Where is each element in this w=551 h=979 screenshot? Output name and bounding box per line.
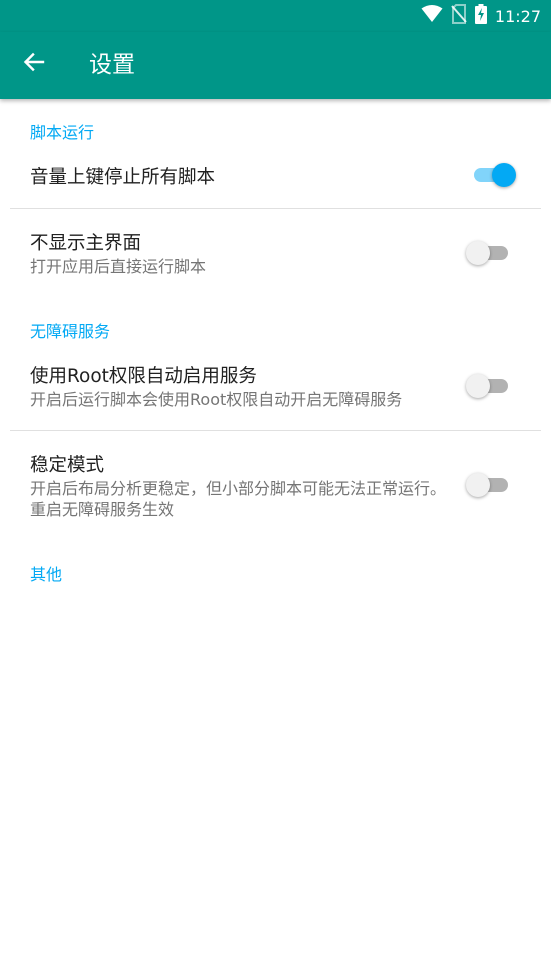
section-header-accessibility: 无障碍服务 — [30, 322, 111, 341]
battery-charging-icon — [474, 4, 487, 28]
pref-title: 使用Root权限自动启用服务 — [30, 366, 257, 387]
section-header-script-run: 脚本运行 — [30, 123, 95, 142]
pref-summary: 打开应用后直接运行脚本 — [30, 257, 207, 276]
hide-main-ui-switch[interactable] — [466, 240, 512, 266]
pref-volume-up-stop-scripts[interactable]: 音量上键停止所有脚本 — [0, 144, 551, 208]
pref-summary: 开启后布局分析更稳定，但小部分脚本可能无法正常运行。重启无障碍服务生效 — [30, 479, 447, 519]
no-sim-icon — [451, 4, 467, 28]
switch-thumb — [466, 473, 490, 497]
pref-title: 音量上键停止所有脚本 — [30, 167, 216, 188]
stable-mode-switch[interactable] — [466, 472, 512, 498]
arrow-back-icon — [23, 51, 45, 77]
pref-hide-main-ui[interactable]: 不显示主界面 打开应用后直接运行脚本 — [0, 209, 551, 293]
volume-up-stop-switch[interactable] — [470, 162, 516, 188]
pref-title: 稳定模式 — [30, 455, 105, 476]
page-title: 设置 — [89, 52, 135, 78]
pref-root-enable-service[interactable]: 使用Root权限自动启用服务 开启后运行脚本会使用Root权限自动开启无障碍服务 — [0, 344, 551, 430]
pref-title: 不显示主界面 — [30, 233, 142, 254]
switch-thumb — [466, 374, 490, 398]
section-header-other: 其他 — [30, 565, 63, 584]
pref-stable-mode[interactable]: 稳定模式 开启后布局分析更稳定，但小部分脚本可能无法正常运行。重启无障碍服务生效 — [0, 431, 551, 536]
root-enable-service-switch[interactable] — [466, 373, 512, 399]
app-bar: 设置 — [0, 32, 551, 99]
switch-thumb — [466, 241, 490, 265]
wifi-icon — [421, 5, 443, 27]
status-time: 11:27 — [494, 6, 541, 26]
status-icons: 11:27 — [421, 4, 541, 28]
switch-thumb — [492, 163, 516, 187]
back-button[interactable] — [12, 42, 56, 86]
pref-summary: 开启后运行脚本会使用Root权限自动开启无障碍服务 — [30, 390, 403, 409]
status-bar: 11:27 — [0, 0, 551, 32]
